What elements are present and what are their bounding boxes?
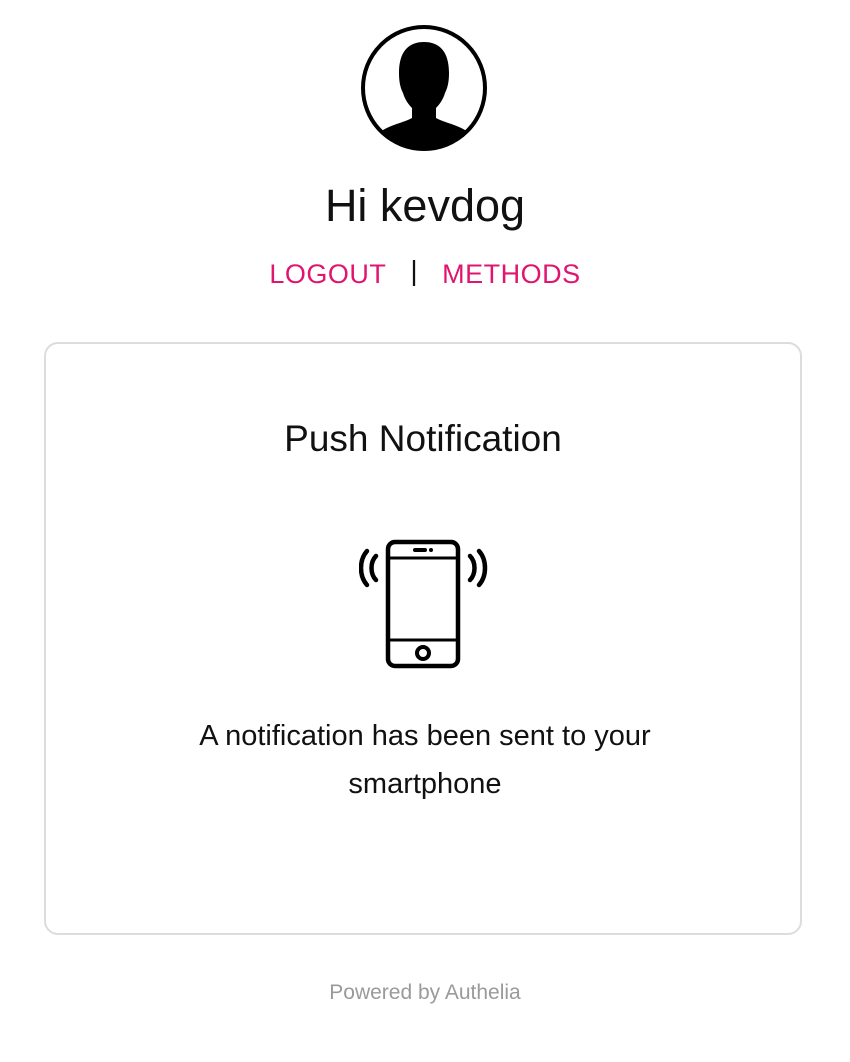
vibrating-smartphone-icon [358, 539, 491, 671]
notification-message: A notification has been sent to your sma… [199, 720, 651, 800]
greeting-title: Hi kevdog [324, 180, 526, 231]
powered-by-footer: Powered by Authelia [329, 981, 521, 1004]
methods-link[interactable]: METHODS [442, 259, 581, 289]
avatar [359, 23, 489, 153]
account-nav: LOGOUT | METHODS [0, 254, 850, 294]
logout-link[interactable]: LOGOUT [269, 259, 386, 289]
nav-separator: | [410, 255, 419, 286]
card-title: Push Notification [284, 418, 562, 459]
user-silhouette-icon [361, 25, 487, 151]
push-notification-card: Push Notification A notification has bee… [44, 342, 802, 935]
